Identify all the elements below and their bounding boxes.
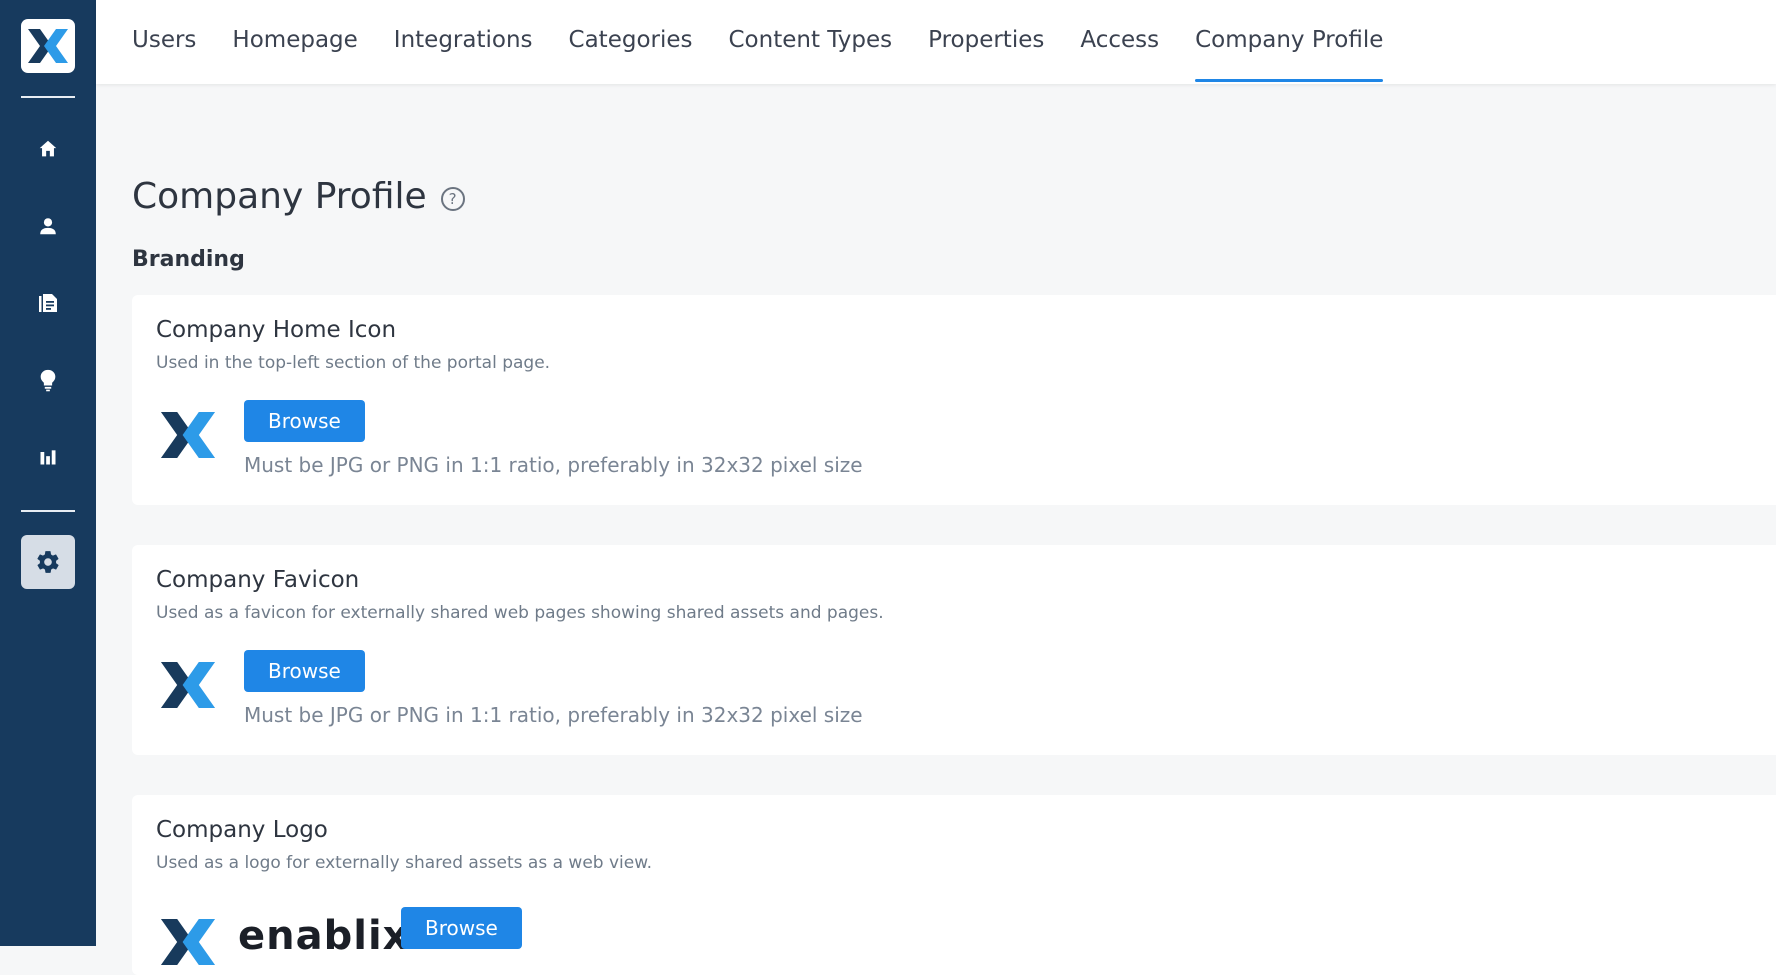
help-icon[interactable]: ?	[440, 186, 465, 211]
tab-categories[interactable]: Categories	[569, 0, 693, 84]
home-icon-card: Company Home Icon Used in the top-left s…	[132, 295, 1776, 505]
tab-users[interactable]: Users	[132, 0, 196, 84]
sidebar-divider	[21, 96, 75, 98]
sidebar-item-insights[interactable]	[21, 353, 75, 407]
card-description: Used in the top-left section of the port…	[156, 353, 551, 373]
card-title: Company Logo	[156, 817, 328, 843]
tab-company-profile[interactable]: Company Profile	[1195, 0, 1384, 84]
tab-integrations[interactable]: Integrations	[394, 0, 533, 84]
browse-home-icon-button[interactable]: Browse	[244, 400, 365, 442]
browse-logo-button[interactable]: Browse	[401, 907, 522, 949]
home-icon	[39, 140, 57, 157]
company-home-icon-preview	[160, 412, 216, 458]
card-description: Used as a logo for externally shared ass…	[156, 853, 652, 873]
sidebar-divider	[21, 510, 75, 512]
bar-chart-icon	[40, 450, 56, 465]
file-requirements-hint: Must be JPG or PNG in 1:1 ratio, prefera…	[244, 453, 863, 477]
favicon-card: Company Favicon Used as a favicon for ex…	[132, 545, 1776, 755]
file-requirements-hint: Must be JPG or PNG in 1:1 ratio, prefera…	[244, 703, 863, 727]
page-title-row: Company Profile ?	[132, 176, 465, 217]
card-description: Used as a favicon for externally shared …	[156, 603, 884, 623]
company-logo-preview-icon	[160, 919, 216, 965]
browse-favicon-button[interactable]: Browse	[244, 650, 365, 692]
enablix-logo-icon	[28, 29, 68, 63]
sidebar-item-home[interactable]	[21, 122, 75, 176]
top-navigation: Users Homepage Integrations Categories C…	[96, 0, 1776, 84]
card-title: Company Favicon	[156, 567, 360, 593]
tab-access[interactable]: Access	[1080, 0, 1159, 84]
company-favicon-preview	[160, 662, 216, 708]
logo-card: Company Logo Used as a logo for external…	[132, 795, 1776, 975]
document-icon	[39, 294, 57, 312]
sidebar-item-analytics[interactable]	[21, 430, 75, 484]
card-title: Company Home Icon	[156, 317, 397, 343]
gear-icon	[37, 551, 59, 573]
brand-logo[interactable]	[21, 19, 75, 73]
lightbulb-icon	[40, 369, 56, 392]
page-title: Company Profile	[132, 176, 427, 217]
tab-properties[interactable]: Properties	[928, 0, 1044, 84]
sidebar-item-content[interactable]	[21, 276, 75, 330]
sidebar-item-settings[interactable]	[21, 535, 75, 589]
tab-content-types[interactable]: Content Types	[729, 0, 893, 84]
settings-tabs: Users Homepage Integrations Categories C…	[132, 0, 1384, 84]
section-heading-branding: Branding	[132, 247, 245, 272]
user-icon	[40, 218, 56, 235]
sidebar-item-users[interactable]	[21, 199, 75, 253]
tab-homepage[interactable]: Homepage	[232, 0, 357, 84]
sidebar	[0, 0, 96, 946]
company-logo-preview-text: enablix	[238, 913, 410, 959]
